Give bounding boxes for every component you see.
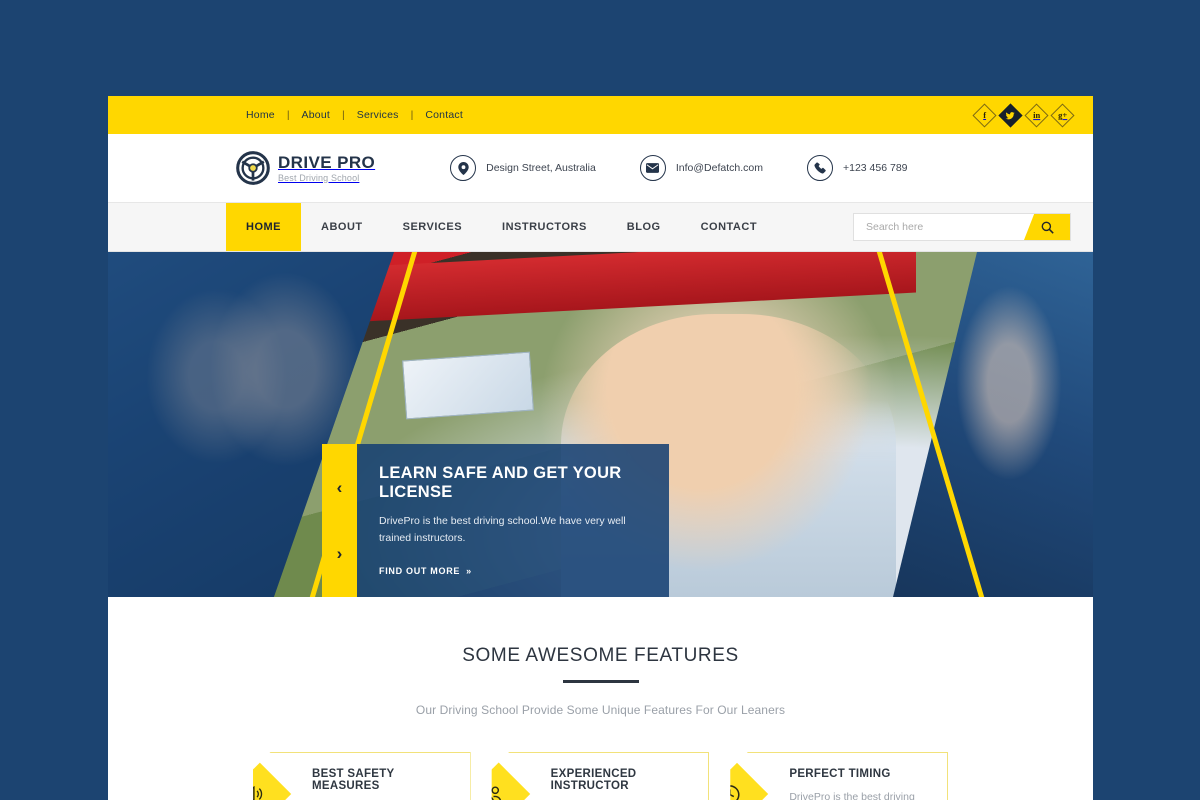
- features-subtitle: Our Driving School Provide Some Unique F…: [415, 702, 786, 717]
- title-underline: [562, 680, 639, 683]
- logo-title: DRIVE PRO: [278, 152, 376, 172]
- twitter-bird-glyph: [1006, 111, 1015, 119]
- envelope-icon: [639, 155, 666, 181]
- site-frame: Home | About | Services | Contact f in g…: [108, 96, 1093, 800]
- search-box: [853, 213, 1071, 241]
- hero-caption: ‹ › LEARN SAFE AND GET YOUR LICENSE Driv…: [322, 444, 669, 597]
- social-links: f in g+: [972, 96, 1075, 134]
- google-plus-icon[interactable]: g+: [1050, 102, 1075, 128]
- feature-card-title: PERFECT TIMING: [789, 767, 891, 780]
- contact-email-text: Info@Defatch.com: [675, 162, 763, 174]
- linkedin-glyph: in: [1032, 109, 1041, 120]
- search-button[interactable]: [1024, 214, 1070, 240]
- contact-address: Design Street, Australia: [450, 155, 596, 181]
- top-bar-links: Home | About | Services | Contact: [234, 109, 475, 121]
- steering-wheel-icon: [236, 151, 270, 185]
- nav-item-services[interactable]: SERVICES: [383, 203, 482, 251]
- nav-item-blog[interactable]: BLOG: [607, 203, 681, 251]
- topbar-link-contact[interactable]: Contact: [413, 109, 475, 121]
- google-plus-glyph: g+: [1057, 109, 1068, 120]
- hero-car-roof: [364, 252, 916, 322]
- nav-item-about[interactable]: ABOUT: [301, 203, 383, 251]
- logo-text: DRIVE PRO Best Driving School: [278, 154, 375, 183]
- chevron-right-icon: »: [466, 565, 472, 576]
- logo-subtitle: Best Driving School: [278, 172, 360, 183]
- feature-card-safety[interactable]: BEST SAFETY MEASURES DrivePro is the bes…: [253, 751, 471, 800]
- feature-card-title: EXPERIENCED INSTRUCTOR: [550, 767, 637, 792]
- topbar-link-about[interactable]: About: [290, 109, 342, 121]
- topbar-link-home[interactable]: Home: [234, 109, 287, 121]
- megaphone-icon: [253, 755, 292, 800]
- facebook-glyph: f: [983, 109, 986, 120]
- feature-card-title: BEST SAFETY MEASURES: [312, 767, 395, 792]
- search-input[interactable]: [854, 214, 1024, 240]
- site-header: DRIVE PRO Best Driving School Design Str…: [108, 134, 1093, 202]
- hero-license-card: [401, 351, 534, 419]
- hero-slider: ‹ › LEARN SAFE AND GET YOUR LICENSE Driv…: [108, 252, 1093, 597]
- hero-caption-body: LEARN SAFE AND GET YOUR LICENSE DrivePro…: [357, 444, 669, 597]
- slider-next-button[interactable]: ›: [337, 545, 343, 562]
- find-out-more-button[interactable]: FIND OUT MORE »: [379, 566, 472, 576]
- facebook-icon[interactable]: f: [972, 102, 997, 128]
- linkedin-icon[interactable]: in: [1024, 102, 1049, 128]
- contact-address-text: Design Street, Australia: [486, 162, 596, 174]
- nav-item-contact[interactable]: CONTACT: [681, 203, 777, 251]
- feature-cards: BEST SAFETY MEASURES DrivePro is the bes…: [108, 751, 1093, 800]
- feature-card-timing[interactable]: PERFECT TIMING DrivePro is the best driv…: [730, 751, 949, 800]
- features-section: SOME AWESOME FEATURES Our Driving School…: [108, 597, 1093, 800]
- slider-controls: ‹ ›: [322, 444, 357, 597]
- top-bar: Home | About | Services | Contact f in g…: [108, 96, 1093, 134]
- hero-description: DrivePro is the best driving school.We h…: [379, 515, 626, 544]
- location-pin-icon: [450, 155, 477, 181]
- search-icon: [1041, 221, 1054, 234]
- phone-icon: [806, 155, 833, 181]
- twitter-icon[interactable]: [998, 102, 1023, 128]
- slider-prev-button[interactable]: ‹: [337, 479, 343, 496]
- main-navigation: HOME ABOUT SERVICES INSTRUCTORS BLOG CON…: [108, 202, 1093, 252]
- feature-card-instructor[interactable]: EXPERIENCED INSTRUCTOR DrivePro is the b…: [491, 751, 710, 800]
- features-title: SOME AWESOME FEATURES: [462, 645, 739, 666]
- header-contacts: Design Street, Australia Info@Defatch.co…: [450, 155, 908, 181]
- contact-phone: +123 456 789: [806, 155, 908, 181]
- contact-phone-text: +123 456 789: [842, 162, 908, 174]
- find-out-more-label: FIND OUT MORE: [379, 565, 461, 576]
- nav-item-home[interactable]: HOME: [226, 203, 301, 251]
- hero-title: LEARN SAFE AND GET YOUR LICENSE: [379, 464, 622, 501]
- nav-items: HOME ABOUT SERVICES INSTRUCTORS BLOG CON…: [226, 203, 777, 251]
- feature-card-text: DrivePro is the best driving school.We h…: [789, 790, 915, 800]
- topbar-link-services[interactable]: Services: [345, 109, 411, 121]
- nav-item-instructors[interactable]: INSTRUCTORS: [482, 203, 607, 251]
- contact-email: Info@Defatch.com: [639, 155, 763, 181]
- site-logo[interactable]: DRIVE PRO Best Driving School: [235, 150, 375, 186]
